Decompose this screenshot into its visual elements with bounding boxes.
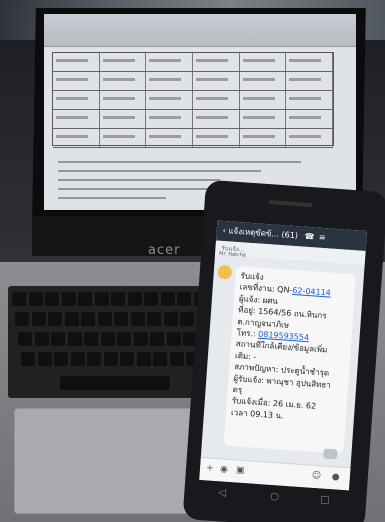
- keyboard-key[interactable]: [100, 332, 115, 346]
- keyboard-key[interactable]: [45, 292, 59, 306]
- spacebar-key[interactable]: [60, 376, 170, 390]
- menu-icon[interactable]: ≡: [319, 233, 326, 242]
- keyboard-key[interactable]: [94, 292, 109, 306]
- laptop-touchpad: [14, 408, 198, 514]
- keyboard-key[interactable]: [34, 332, 49, 346]
- message-time-badge: [323, 448, 338, 460]
- keyboard-key[interactable]: [37, 352, 52, 366]
- keyboard-key[interactable]: [136, 352, 151, 366]
- keyboard-key[interactable]: [160, 292, 175, 306]
- keyboard-key[interactable]: [144, 292, 158, 306]
- chat-title: แจ้งเหตุขัดข้...: [228, 226, 280, 239]
- keyboard-key[interactable]: [81, 312, 95, 326]
- emoji-icon[interactable]: ☺: [311, 471, 321, 482]
- keyboard-key[interactable]: [163, 312, 178, 326]
- keyboard-key[interactable]: [61, 292, 76, 306]
- keyboard-key[interactable]: [70, 352, 85, 366]
- keyboard-key[interactable]: [15, 312, 29, 326]
- plus-icon[interactable]: +: [206, 463, 214, 474]
- phone-screen: ‹ แจ้งเหตุขัดข้... (61) ☎ ≡ รับแจ้ง... M…: [199, 220, 368, 491]
- camera-icon[interactable]: ◉: [220, 464, 229, 475]
- member-count: (61): [281, 230, 299, 241]
- keyboard-key[interactable]: [78, 292, 92, 306]
- laptop-brand-logo: acer: [148, 243, 181, 258]
- keyboard-key[interactable]: [111, 292, 125, 306]
- nav-back-icon[interactable]: ◁: [218, 487, 226, 499]
- keyboard-key[interactable]: [166, 332, 181, 346]
- phone-label: โทร.:: [236, 328, 259, 339]
- document-toolbar: [44, 14, 356, 47]
- keyboard-key[interactable]: [133, 332, 148, 346]
- photo-scene: acer ‹ แจ้งเหตุขัดข้... (61) ☎ ≡ รับแจ้ง…: [0, 0, 385, 522]
- back-arrow-icon[interactable]: ‹: [222, 226, 226, 235]
- keyboard-key[interactable]: [12, 292, 26, 306]
- keyboard-key[interactable]: [31, 312, 46, 326]
- keyboard-key[interactable]: [153, 352, 167, 366]
- chat-input-bar[interactable]: + ◉ ▣ ☺ ●: [199, 456, 351, 491]
- keyboard-key[interactable]: [51, 332, 65, 346]
- table-row: [53, 129, 334, 148]
- word-document: [44, 14, 356, 210]
- phone-speaker: [268, 200, 313, 208]
- phone-nav-bar: ◁ ○ □: [218, 487, 339, 507]
- keyboard-key[interactable]: [48, 312, 62, 326]
- keyboard-key[interactable]: [84, 332, 98, 346]
- keyboard-key[interactable]: [114, 312, 128, 326]
- sender-avatar: [217, 264, 233, 280]
- document-table: [52, 52, 334, 148]
- keyboard-key[interactable]: [67, 332, 82, 346]
- sender-name: Mr. Natcha: [218, 250, 247, 259]
- nav-home-icon[interactable]: ○: [270, 491, 279, 503]
- keyboard-key[interactable]: [127, 292, 142, 306]
- keyboard-key[interactable]: [117, 332, 131, 346]
- mic-icon[interactable]: ●: [331, 472, 340, 483]
- keyboard-key[interactable]: [180, 312, 194, 326]
- keyboard-key[interactable]: [28, 292, 43, 306]
- smartphone: ‹ แจ้งเหตุขัดข้... (61) ☎ ≡ รับแจ้ง... M…: [182, 179, 385, 522]
- keyboard-key[interactable]: [97, 312, 112, 326]
- keyboard-key[interactable]: [103, 352, 118, 366]
- keyboard-key[interactable]: [21, 352, 35, 366]
- keyboard-key[interactable]: [169, 352, 184, 366]
- keyboard-key[interactable]: [18, 332, 32, 346]
- nav-recent-icon[interactable]: □: [320, 494, 330, 506]
- phone-call-icon[interactable]: ☎: [304, 232, 315, 242]
- keyboard-key[interactable]: [130, 312, 145, 326]
- keyboard-key[interactable]: [177, 292, 191, 306]
- keyboard-key[interactable]: [64, 312, 79, 326]
- table-row: [53, 110, 334, 129]
- keyboard-key[interactable]: [54, 352, 68, 366]
- keyboard-key[interactable]: [150, 332, 164, 346]
- keyboard-key[interactable]: [87, 352, 101, 366]
- job-number-link[interactable]: 62-04114: [292, 286, 331, 298]
- table-row: [53, 53, 334, 72]
- table-row: [53, 91, 334, 110]
- table-row: [53, 72, 334, 91]
- keyboard-key[interactable]: [120, 352, 134, 366]
- chat-message-bubble: รับแจ้ง เลขที่งาน: QN-62-04114 ผู้แจ้ง: …: [223, 265, 356, 454]
- image-icon[interactable]: ▣: [236, 465, 245, 476]
- keyboard-key[interactable]: [147, 312, 161, 326]
